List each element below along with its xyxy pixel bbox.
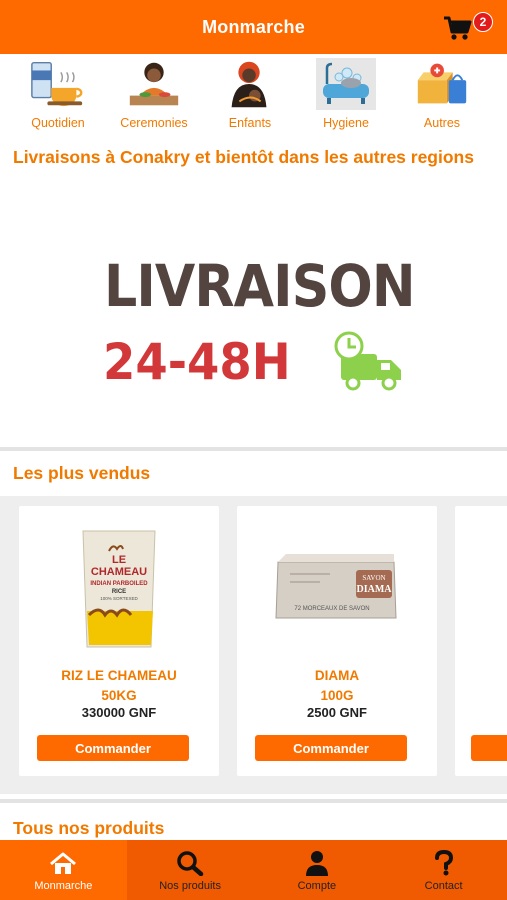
section-divider [0, 799, 507, 803]
nav-label: Compte [297, 880, 337, 892]
product-price: 2500 GNF [307, 705, 367, 720]
delivery-word: LIVRAISON [104, 252, 416, 320]
section-divider [0, 447, 507, 451]
category-enfants[interactable]: Enfants [202, 58, 298, 136]
category-label: Hygiene [323, 116, 369, 130]
svg-text:72 MORCEAUX DE SAVON: 72 MORCEAUX DE SAVON [294, 606, 369, 612]
cart-icon [444, 16, 472, 40]
delivery-headline: Livraisons à Conakry et bientôt dans les… [13, 147, 474, 167]
soap-box-image: SAVON DIAMA 72 MORCEAUX DE SAVON [237, 518, 437, 658]
rice-bag-image: LE CHAMEAU INDIAN PARBOILED RICE 100% SO… [19, 518, 219, 658]
cart-count-badge: 2 [473, 12, 493, 32]
nav-label: Contact [424, 880, 463, 892]
order-button-partial[interactable] [471, 735, 507, 761]
user-icon [305, 851, 328, 876]
product-price: 330000 GNF [81, 705, 157, 720]
home-icon [50, 852, 77, 874]
best-sellers-title: Les plus vendus [13, 463, 151, 483]
order-button[interactable]: Commander [255, 735, 407, 761]
all-products-title: Tous nos produits [13, 818, 165, 838]
svg-text:100% SORTEXED: 100% SORTEXED [100, 596, 138, 601]
product-card[interactable]: SAVON DIAMA 72 MORCEAUX DE SAVON DIAMA 1… [237, 506, 437, 776]
category-bar: Quotidien Ceremonies Enfants Hygiene Aut… [0, 58, 507, 136]
category-hygiene[interactable]: Hygiene [298, 58, 394, 136]
nav-products[interactable]: Nos produits [126, 840, 254, 900]
svg-text:RICE: RICE [112, 589, 126, 595]
boxes-icon [412, 58, 472, 110]
svg-text:SAVON: SAVON [362, 574, 385, 582]
ceremony-meal-icon [124, 58, 184, 110]
product-card-partial[interactable] [455, 506, 507, 776]
category-quotidien[interactable]: Quotidien [10, 58, 106, 136]
category-label: Enfants [228, 116, 272, 130]
app-header: Monmarche 2 [0, 0, 507, 54]
app-title: Monmarche [202, 16, 305, 37]
nav-label: Monmarche [34, 880, 93, 892]
nav-account[interactable]: Compte [253, 840, 381, 900]
nav-home[interactable]: Monmarche [0, 840, 127, 900]
best-sellers-carousel[interactable]: LE CHAMEAU INDIAN PARBOILED RICE 100% SO… [0, 496, 507, 794]
delivery-time: 24-48H [103, 333, 291, 391]
nav-label: Nos produits [159, 880, 221, 892]
svg-text:LE: LE [112, 554, 126, 566]
svg-text:INDIAN PARBOILED: INDIAN PARBOILED [90, 581, 148, 587]
question-icon [434, 850, 453, 876]
category-ceremonies[interactable]: Ceremonies [106, 58, 202, 136]
svg-text:CHAMEAU: CHAMEAU [91, 566, 147, 578]
product-name: DIAMA 100G [314, 668, 360, 703]
delivery-truck-icon [334, 331, 401, 391]
delivery-banner: LIVRAISON 24-48H [0, 200, 507, 445]
category-label: Autres [423, 116, 461, 130]
breakfast-icon [28, 58, 88, 110]
product-name: RIZ LE CHAMEAU 50KG [61, 668, 177, 703]
svg-text:DIAMA: DIAMA [357, 584, 393, 595]
category-label: Quotidien [31, 116, 85, 130]
category-autres[interactable]: Autres [394, 58, 490, 136]
product-card[interactable]: LE CHAMEAU INDIAN PARBOILED RICE 100% SO… [19, 506, 219, 776]
search-icon [177, 851, 204, 876]
bottom-nav: Monmarche Nos produits Compte Contact [0, 840, 507, 900]
nav-contact[interactable]: Contact [380, 840, 507, 900]
mother-child-icon [220, 58, 280, 110]
order-button[interactable]: Commander [37, 735, 189, 761]
bathtub-icon [316, 58, 376, 110]
cart-button[interactable] [443, 16, 473, 42]
category-label: Ceremonies [120, 116, 188, 130]
